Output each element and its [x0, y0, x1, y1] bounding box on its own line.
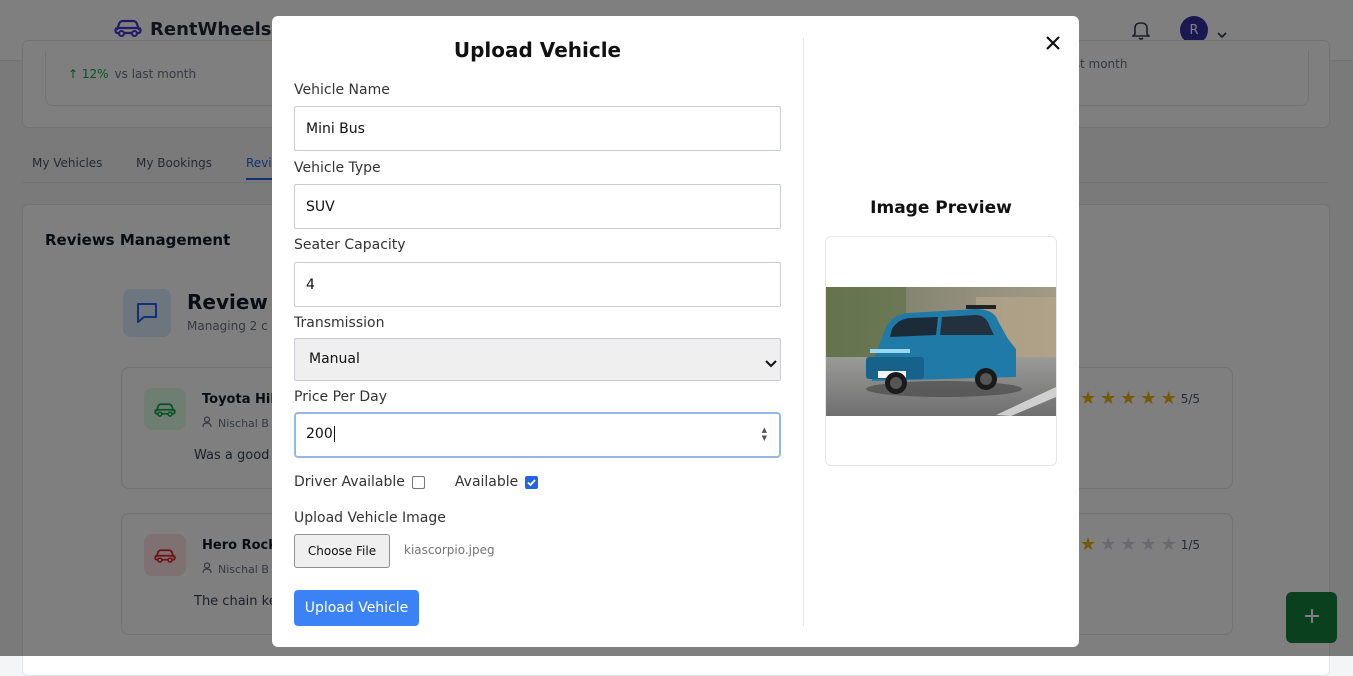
transmission-label: Transmission — [294, 315, 385, 331]
image-preview-title: Image Preview — [870, 198, 1012, 218]
upload-vehicle-button[interactable]: Upload Vehicle — [294, 590, 419, 626]
transmission-selected-value: Manual — [309, 351, 360, 367]
seater-capacity-input[interactable] — [294, 262, 781, 307]
driver-available-checkbox[interactable] — [411, 475, 425, 489]
vehicle-name-input[interactable] — [294, 106, 781, 151]
chevron-down-icon — [764, 354, 778, 373]
driver-available-label: Driver Available — [294, 474, 405, 490]
availability-row: Driver Available Available — [294, 474, 539, 490]
choose-file-button[interactable]: Choose File — [294, 534, 390, 568]
price-per-day-input[interactable]: 200 ▲ ▼ — [294, 412, 781, 458]
image-preview-box — [825, 236, 1057, 466]
selected-file-name: kiascorpio.jpeg — [404, 543, 495, 557]
price-per-day-label: Price Per Day — [294, 389, 388, 405]
transmission-select[interactable]: Manual — [294, 338, 781, 381]
vehicle-type-input[interactable] — [294, 184, 781, 229]
vehicle-type-label: Vehicle Type — [294, 160, 381, 176]
seater-capacity-label: Seater Capacity — [294, 237, 406, 253]
upload-vehicle-modal: Upload Vehicle Vehicle Name Vehicle Type… — [272, 16, 1079, 647]
price-per-day-value: 200 — [306, 426, 335, 442]
available-label: Available — [454, 474, 519, 490]
modal-title: Upload Vehicle — [453, 38, 622, 62]
upload-image-label: Upload Vehicle Image — [294, 510, 446, 526]
number-stepper[interactable]: ▲ ▼ — [762, 426, 767, 442]
available-checkbox[interactable] — [525, 475, 539, 489]
modal-divider — [803, 38, 804, 626]
close-icon[interactable] — [1042, 32, 1064, 54]
vehicle-name-label: Vehicle Name — [294, 82, 390, 98]
vehicle-preview-image — [826, 287, 1056, 416]
